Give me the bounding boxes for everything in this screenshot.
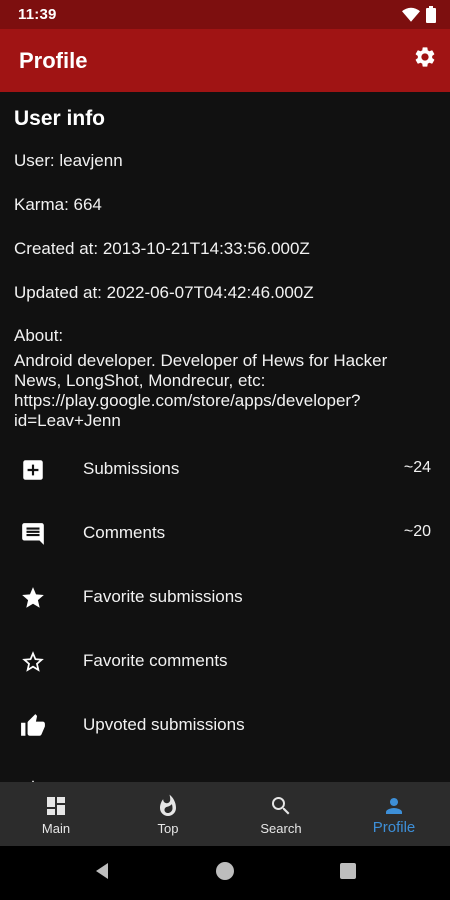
menu-count: ~24 (403, 459, 431, 476)
settings-button[interactable] (412, 46, 438, 72)
back-button[interactable] (90, 861, 114, 885)
nav-label: Top (157, 821, 179, 836)
menu-label: Favorite comments (83, 651, 228, 670)
menu-item-upvoted-submissions[interactable]: Upvoted submissions (0, 694, 450, 758)
nav-label: Search (260, 821, 302, 836)
search-icon (269, 794, 293, 818)
menu-label: Upvoted submissions (83, 715, 245, 734)
section-title: User info (14, 107, 106, 130)
status-bar: 11:39 (0, 0, 450, 29)
back-icon (92, 861, 112, 886)
nav-label: Main (41, 821, 71, 836)
battery-icon (426, 6, 436, 27)
nav-tab-top[interactable]: Top (112, 782, 224, 846)
user-name: User: leavjenn (14, 151, 123, 170)
about-label: About: (14, 326, 64, 345)
menu-item-comments[interactable]: Comments ~20 (0, 502, 450, 566)
menu-item-submissions[interactable]: Submissions ~24 (0, 438, 450, 502)
star-outline-icon (20, 649, 46, 675)
wifi-icon (402, 7, 420, 27)
menu-label: Submissions (83, 459, 180, 478)
recents-button[interactable] (336, 861, 360, 885)
created-at: Created at: 2013-10-21T14:33:56.000Z (14, 239, 310, 258)
nav-tab-profile[interactable]: Profile (338, 782, 450, 846)
karma: Karma: 664 (14, 195, 102, 214)
system-navigation-bar (0, 846, 450, 900)
page-title: Profile (19, 48, 88, 73)
comment-icon (20, 521, 46, 547)
fire-icon (156, 794, 180, 818)
updated-at: Updated at: 2022-06-07T04:42:46.000Z (14, 283, 314, 302)
nav-tab-main[interactable]: Main (0, 782, 112, 846)
person-icon (382, 794, 406, 818)
app-bar: Profile (0, 29, 450, 92)
menu-item-partial[interactable] (0, 758, 450, 782)
about-text: Android developer. Developer of Hews for… (14, 351, 388, 430)
nav-label: Profile (372, 819, 416, 836)
gear-icon (413, 45, 437, 74)
recents-icon (339, 862, 357, 885)
status-icons (402, 6, 436, 27)
status-time: 11:39 (18, 6, 57, 23)
menu-label: Comments (83, 523, 166, 542)
thumb-up-icon (20, 713, 46, 739)
dashboard-icon (44, 794, 68, 818)
nav-tab-search[interactable]: Search (225, 782, 337, 846)
bottom-navigation: Main Top Search Profile (0, 782, 450, 846)
home-button[interactable] (213, 861, 237, 885)
menu-count: ~20 (403, 523, 431, 540)
menu-item-favorite-submissions[interactable]: Favorite submissions (0, 566, 450, 630)
home-icon (214, 860, 236, 887)
menu-label: Favorite submissions (83, 587, 243, 606)
profile-content[interactable]: User info User: leavjenn Karma: 664 Crea… (0, 92, 450, 782)
menu-item-favorite-comments[interactable]: Favorite comments (0, 630, 450, 694)
star-filled-icon (20, 585, 46, 611)
add-box-icon (20, 457, 46, 483)
